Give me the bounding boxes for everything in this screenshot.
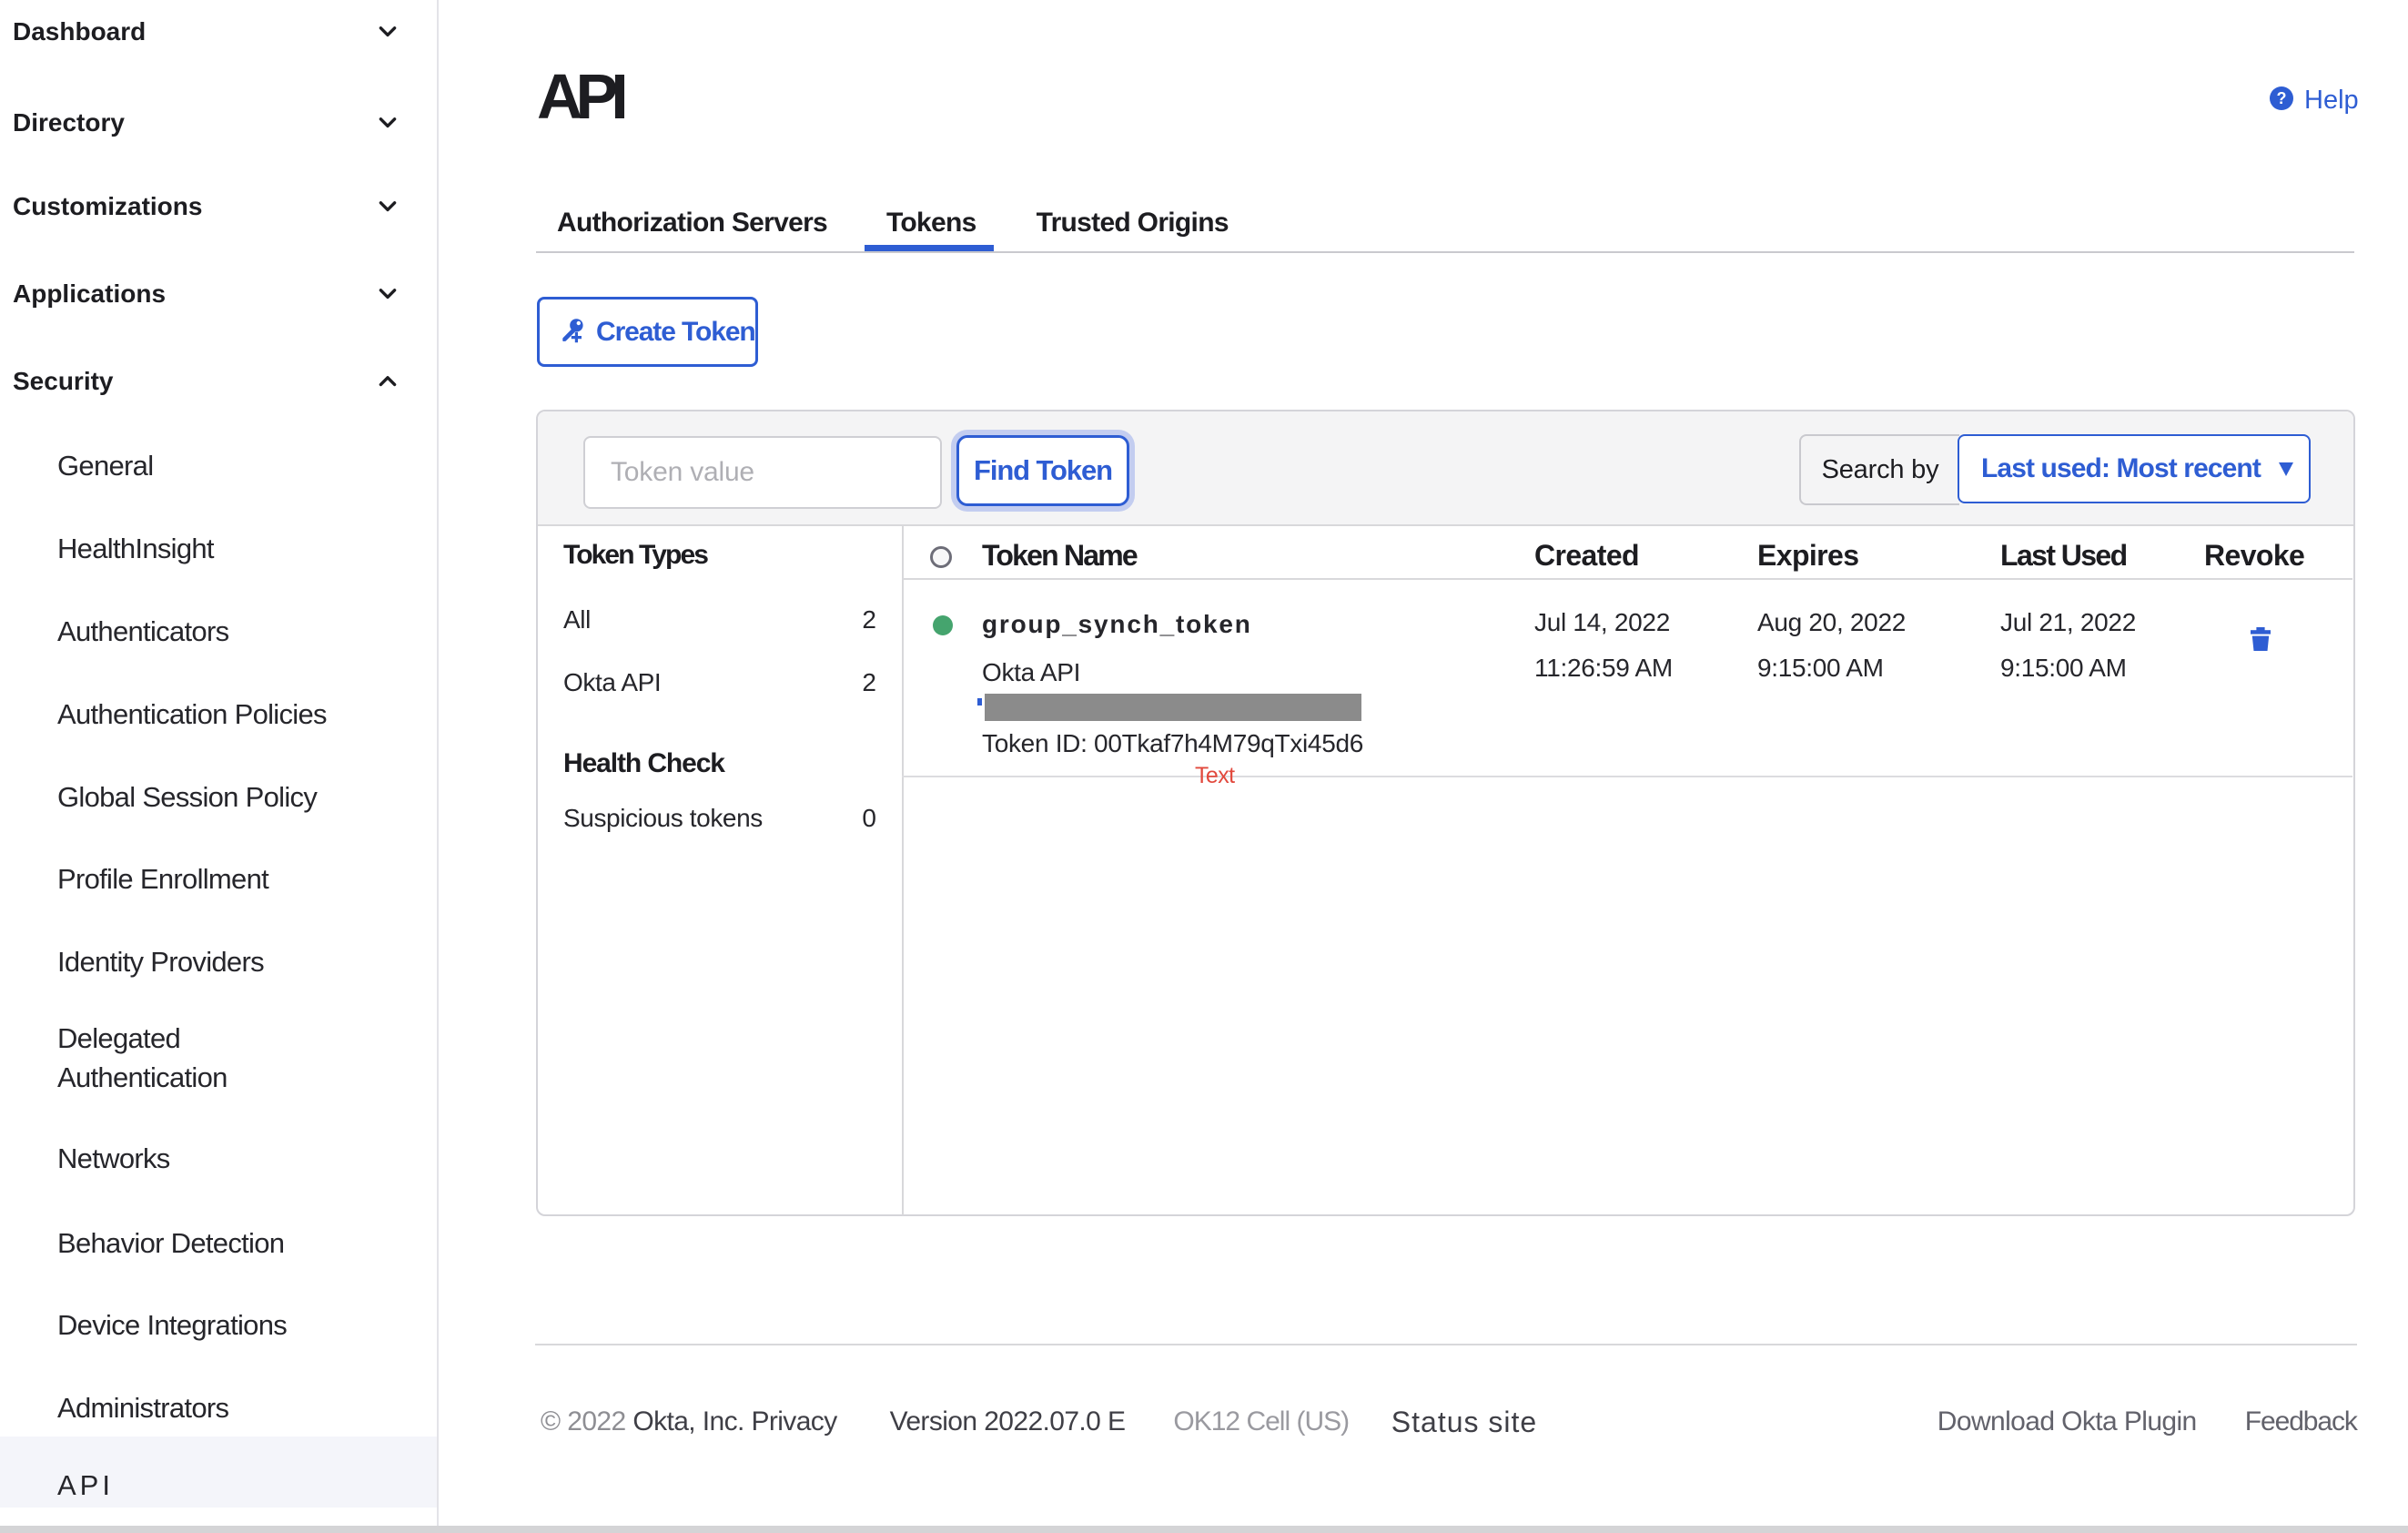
svg-text:?: ? [2277,88,2287,107]
